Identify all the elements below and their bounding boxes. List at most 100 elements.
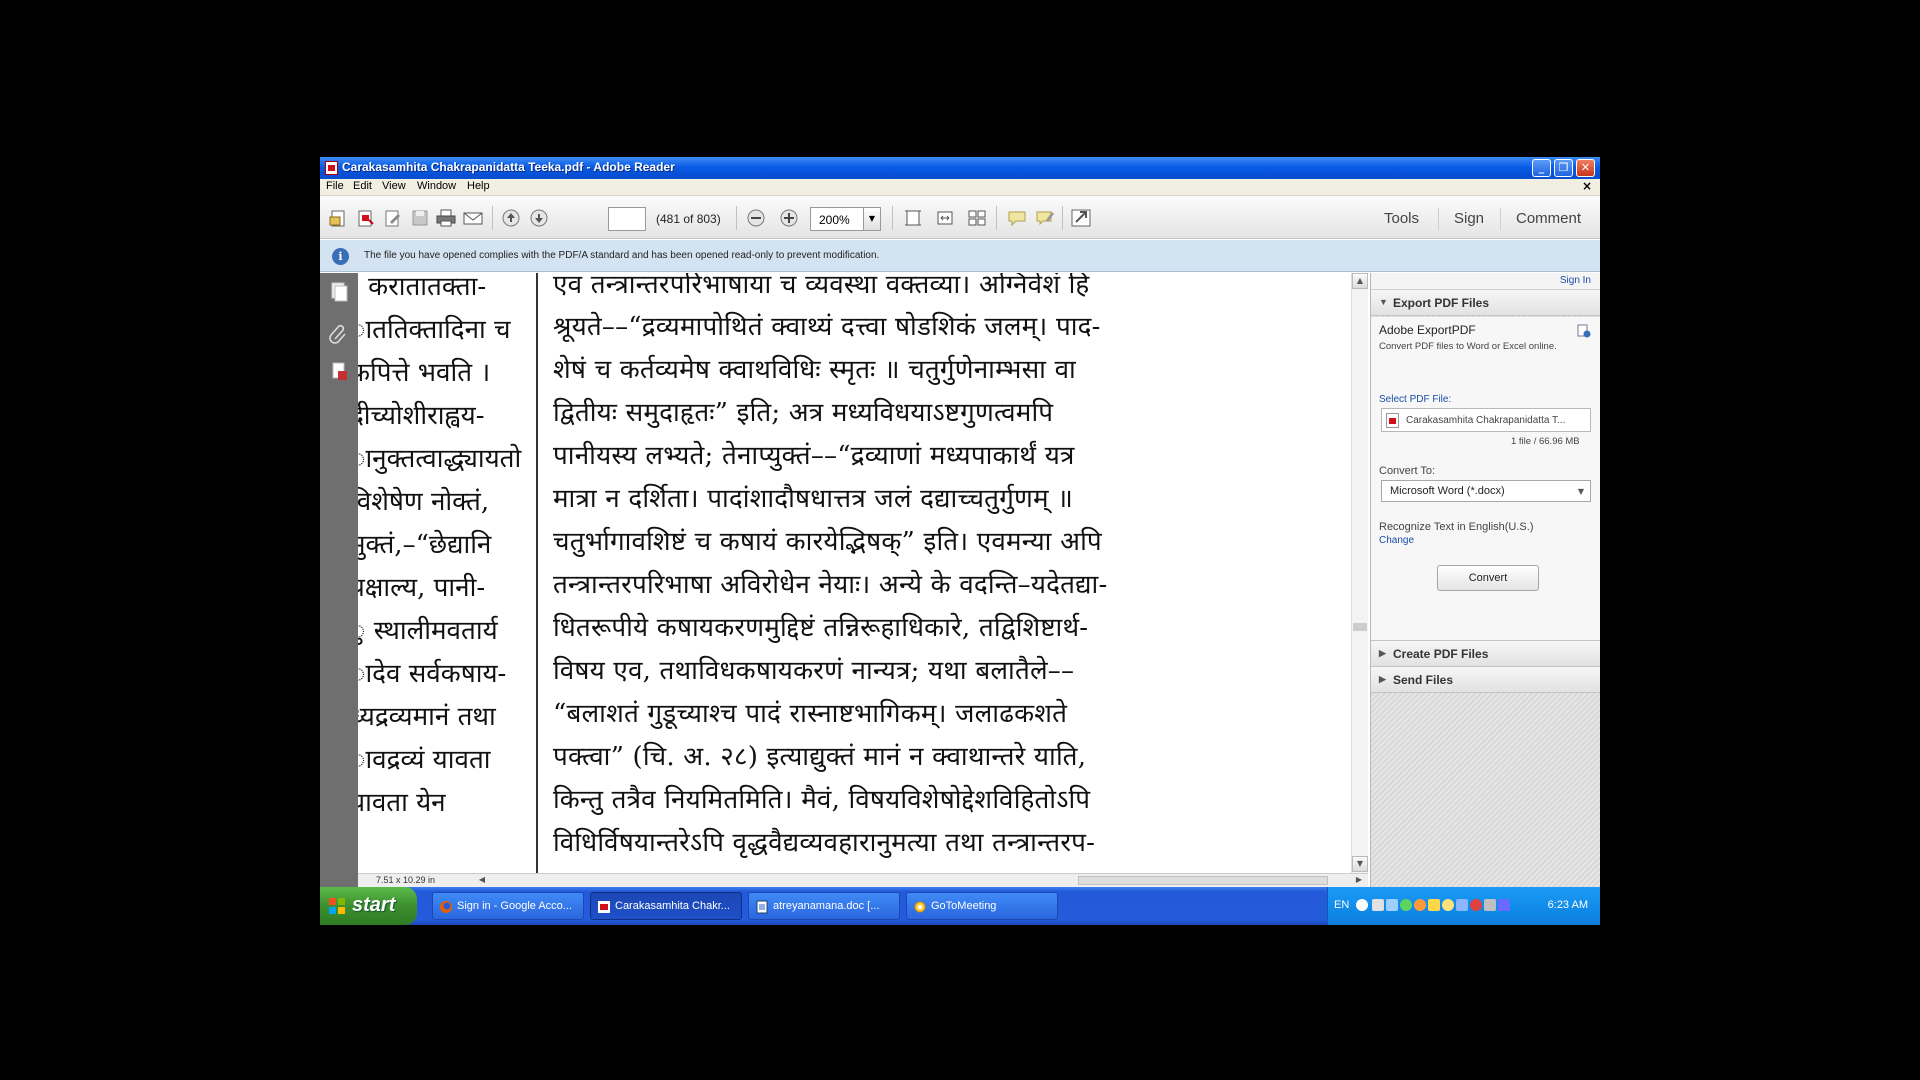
navigation-pane — [320, 273, 358, 887]
export-pdf-section-header[interactable]: ▼ Export PDF Files — [1371, 290, 1600, 316]
gotomeeting-tray-icon[interactable] — [1428, 899, 1440, 911]
create-pdf-icon[interactable] — [355, 208, 377, 228]
text-line: पक्त्वा” (चि. अ. २८) इत्याद्युक्तं मानं … — [553, 742, 1087, 772]
print-icon[interactable] — [435, 208, 457, 228]
fit-width-icon[interactable] — [934, 208, 956, 228]
maximize-button[interactable]: ❐ — [1554, 159, 1573, 177]
edit-pdf-icon[interactable] — [382, 208, 404, 228]
convert-to-select[interactable]: Microsoft Word (*.docx) ▼ — [1381, 480, 1591, 502]
text-line: विषय एव, तथाविधकषायकरणं नान्यत्र; यथा बल… — [553, 656, 1075, 686]
menu-view[interactable]: View — [382, 180, 406, 192]
page-number-input[interactable] — [608, 207, 646, 231]
menu-file[interactable]: File — [326, 180, 344, 192]
page-thumbnails-icon[interactable] — [329, 281, 349, 303]
export-options-icon[interactable] — [1577, 323, 1591, 338]
gotomeeting-icon — [913, 900, 927, 914]
update-icon[interactable] — [1414, 899, 1426, 911]
task-label: Sign in - Google Acco... — [457, 900, 572, 912]
gear-icon[interactable] — [1442, 899, 1454, 911]
zoom-level-field[interactable]: 200% — [810, 207, 864, 231]
sign-in-link[interactable]: Sign In — [1560, 275, 1591, 286]
text-line: यावता येन — [358, 788, 446, 818]
attachments-icon[interactable] — [329, 323, 349, 345]
tools-pane-button[interactable]: Tools — [1384, 210, 1419, 227]
change-language-link[interactable]: Change — [1379, 535, 1414, 546]
toolbar-separator — [1500, 208, 1501, 230]
taskbar-item-gotomeeting[interactable]: GoToMeeting — [906, 892, 1058, 920]
email-icon[interactable] — [462, 208, 484, 228]
convert-button[interactable]: Convert — [1437, 565, 1539, 591]
sticky-note-icon[interactable] — [1006, 208, 1028, 228]
close-button[interactable]: ✕ — [1576, 159, 1595, 177]
monitor-icon[interactable] — [1498, 899, 1510, 911]
create-pdf-section-header[interactable]: ▶ Create PDF Files — [1371, 641, 1600, 667]
expanded-triangle-icon: ▼ — [1379, 297, 1388, 307]
display-icon[interactable] — [1456, 899, 1468, 911]
system-tray: EN 6:23 AM — [1327, 887, 1600, 925]
convert-to-value: Microsoft Word (*.docx) — [1390, 485, 1505, 497]
taskbar-item-adobe-reader[interactable]: Carakasamhita Chakr... — [590, 892, 742, 920]
security-shield-icon[interactable] — [1400, 899, 1412, 911]
tools-pane: Sign In ▼ Export PDF Files Adobe ExportP… — [1370, 273, 1600, 887]
scroll-right-icon[interactable]: ▶ — [1353, 875, 1365, 886]
column-rule — [536, 273, 538, 873]
vertical-scrollbar[interactable]: ▲ ▼ — [1351, 273, 1368, 873]
sign-pane-button[interactable]: Sign — [1454, 210, 1484, 227]
info-icon: i — [332, 248, 349, 265]
minimize-button[interactable]: _ — [1532, 159, 1551, 177]
signatures-icon[interactable] — [329, 361, 349, 383]
pdf-file-icon — [1386, 413, 1399, 428]
file-info: 1 file / 66.96 MB — [1511, 436, 1580, 447]
network-icon[interactable] — [1386, 899, 1398, 911]
menu-window[interactable]: Window — [417, 180, 456, 192]
document-view[interactable]: । करातातक्ता- ाततिक्तादिना च फपित्ते भवत… — [358, 273, 1390, 873]
text-line: दीच्योशीराह्वय- — [358, 401, 485, 431]
text-line: पानीयस्य लभ्यते; तेनाप्युक्तं––“द्रव्याण… — [553, 441, 1075, 471]
title-bar[interactable]: Carakasamhita Chakrapanidatta Teeka.pdf … — [320, 157, 1600, 179]
zoom-in-icon[interactable] — [778, 208, 800, 228]
zoom-dropdown-icon[interactable]: ▼ — [864, 207, 881, 231]
text-line: द्वितीयः समुदाहृतः” इति; अत्र मध्यविधयाऽ… — [553, 398, 1054, 428]
fullscreen-icon[interactable] — [1070, 208, 1092, 228]
zoom-out-icon[interactable] — [745, 208, 767, 228]
text-line: ु स्थालीमवतार्य — [358, 616, 498, 646]
windows-logo-icon — [328, 897, 346, 915]
text-line: एव तन्त्रान्तरपरिभाषाया च व्यवस्था वक्तव… — [553, 273, 1090, 300]
horizontal-scroll-thumb[interactable] — [1078, 876, 1328, 885]
next-page-icon[interactable] — [528, 208, 550, 228]
comment-pane-button[interactable]: Comment — [1516, 210, 1581, 227]
toolbar-separator — [736, 206, 737, 230]
collapsed-triangle-icon: ▶ — [1379, 648, 1386, 658]
safely-remove-icon[interactable] — [1372, 899, 1384, 911]
start-button[interactable]: start — [320, 887, 417, 925]
language-bar-icon[interactable] — [1356, 899, 1368, 911]
text-line: ाततिक्तादिना च — [358, 315, 511, 345]
toolbar-separator — [492, 206, 493, 230]
previous-page-icon[interactable] — [500, 208, 522, 228]
taskbar-item-browser[interactable]: Sign in - Google Acco... — [432, 892, 584, 920]
page-layout-icon[interactable] — [966, 208, 988, 228]
scroll-down-icon[interactable]: ▼ — [1352, 856, 1368, 872]
toolbar: (481 of 803) 200% ▼ Tools Sign Comment — [320, 196, 1600, 239]
volume-icon[interactable] — [1484, 899, 1496, 911]
menu-edit[interactable]: Edit — [353, 180, 372, 192]
text-line: ादेव सर्वकषाय- — [358, 659, 507, 689]
export-title: Adobe ExportPDF — [1379, 323, 1476, 337]
toolbar-separator — [892, 206, 893, 230]
recognize-text-label: Recognize Text in English(U.S.) — [1379, 521, 1534, 533]
highlight-icon[interactable] — [1034, 208, 1056, 228]
language-indicator[interactable]: EN — [1334, 899, 1349, 911]
scroll-left-icon[interactable]: ◀ — [476, 875, 488, 886]
document-close-button[interactable]: × — [1582, 179, 1592, 193]
fit-page-icon[interactable] — [902, 208, 924, 228]
open-file-icon[interactable] — [328, 208, 350, 228]
scroll-up-icon[interactable]: ▲ — [1352, 273, 1368, 289]
selected-file-field[interactable]: Carakasamhita Chakrapanidatta T... — [1381, 408, 1591, 432]
pdf-app-icon[interactable] — [325, 161, 338, 175]
scroll-thumb[interactable] — [1353, 623, 1367, 631]
taskbar-item-word-doc[interactable]: atreyanamana.doc [... — [748, 892, 900, 920]
send-files-section-header[interactable]: ▶ Send Files — [1371, 667, 1600, 693]
menu-help[interactable]: Help — [467, 180, 490, 192]
save-icon[interactable] — [409, 208, 431, 228]
antivirus-icon[interactable] — [1470, 899, 1482, 911]
